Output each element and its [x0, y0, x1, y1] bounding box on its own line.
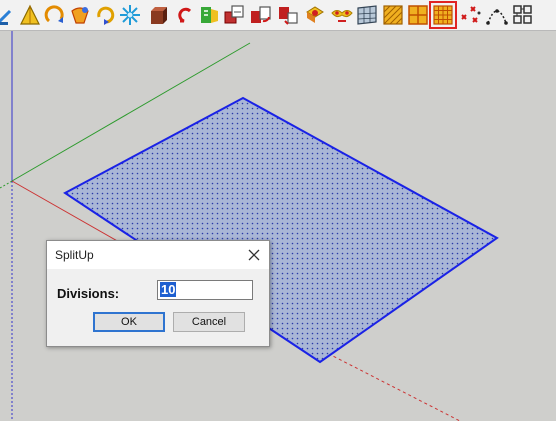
dialog-titlebar[interactable]: SplitUp: [47, 241, 269, 269]
toolbar: [0, 0, 556, 31]
divisions-value: 10: [160, 282, 177, 297]
flag-split-icon[interactable]: [197, 3, 221, 27]
ok-button[interactable]: OK: [93, 312, 165, 332]
scale-copy-icon[interactable]: [276, 3, 300, 27]
axis-green-dashed: [0, 180, 13, 189]
rotate-copy-icon[interactable]: [249, 3, 273, 27]
rotate-arrow-icon[interactable]: [93, 3, 117, 27]
component-grid-icon[interactable]: [511, 3, 535, 27]
divisions-input[interactable]: 10: [157, 280, 253, 300]
dialog-title: SplitUp: [55, 248, 94, 262]
cancel-button[interactable]: Cancel: [173, 312, 245, 332]
pattern-fill-icon[interactable]: [381, 3, 405, 27]
triangle-tool-icon[interactable]: [18, 3, 42, 27]
scatter-points-icon[interactable]: [459, 3, 483, 27]
splitup-dialog: SplitUp Divisions: 10 OK Cancel: [46, 240, 270, 347]
eye-mask-icon[interactable]: [330, 3, 354, 27]
line-tool-icon[interactable]: [0, 3, 18, 27]
curve-points-icon[interactable]: [485, 3, 509, 27]
face-curve-icon[interactable]: [68, 3, 92, 27]
snowflake-icon[interactable]: [118, 3, 142, 27]
close-icon[interactable]: [247, 247, 261, 261]
panel-grid-icon[interactable]: [355, 3, 379, 27]
grid-split-icon[interactable]: [429, 1, 457, 29]
box-extrude-icon[interactable]: [145, 3, 169, 27]
model-viewport[interactable]: [0, 31, 556, 421]
fill-face-icon[interactable]: [303, 3, 327, 27]
divisions-label: Divisions:: [57, 286, 120, 301]
quad-grid-icon[interactable]: [406, 3, 430, 27]
arc-rotate-icon[interactable]: [43, 3, 67, 27]
hook-curve-icon[interactable]: [172, 3, 196, 27]
move-copy-icon[interactable]: [222, 3, 246, 27]
scene-canvas: [0, 31, 499, 421]
